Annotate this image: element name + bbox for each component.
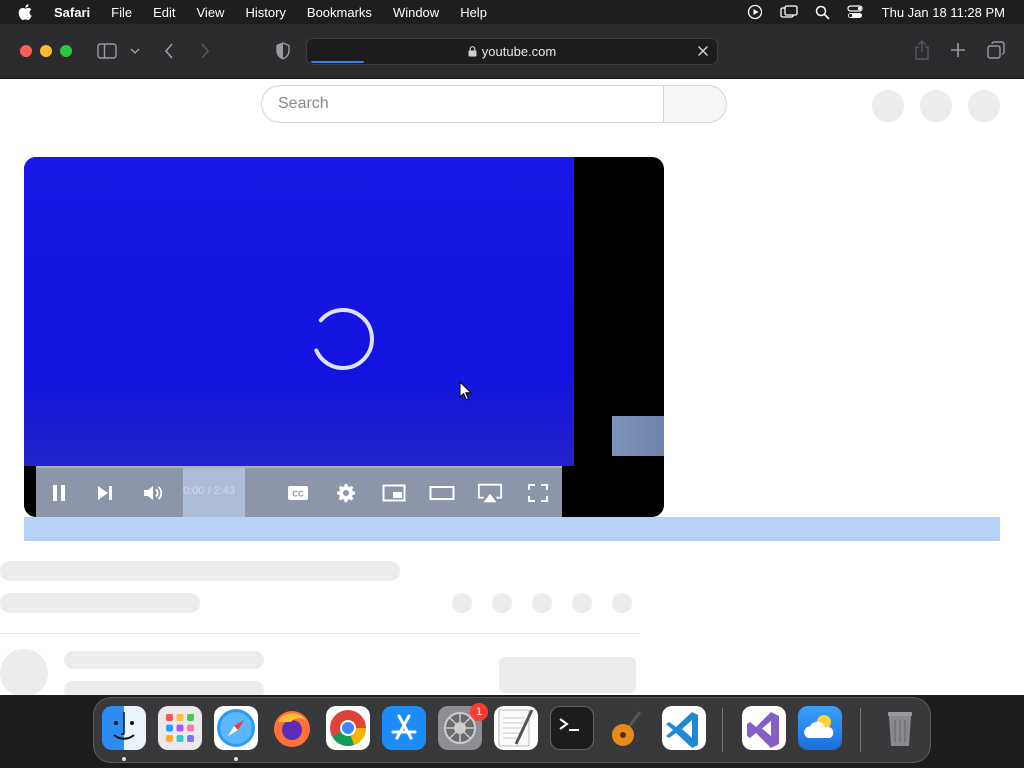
volume-button[interactable] — [140, 480, 166, 506]
captions-button[interactable]: CC — [285, 480, 311, 506]
sidebar-toggle-icon[interactable] — [96, 41, 118, 61]
dock-firefox-icon[interactable] — [270, 706, 314, 750]
new-tab-plus-icon[interactable] — [948, 40, 968, 60]
minimize-window-button[interactable] — [40, 45, 52, 57]
next-video-button[interactable] — [92, 480, 118, 506]
menu-bar: Safari File Edit View History Bookmarks … — [0, 0, 1024, 24]
dock-textedit-icon[interactable] — [494, 706, 538, 750]
dock-app-store-icon[interactable] — [382, 706, 426, 750]
divider — [0, 633, 640, 634]
comment-skeleton — [64, 651, 264, 669]
running-indicator — [234, 757, 238, 761]
pause-button[interactable] — [46, 480, 72, 506]
settings-gear-icon[interactable] — [333, 480, 359, 506]
menu-edit[interactable]: Edit — [153, 5, 175, 20]
text-selection-highlight — [24, 517, 1000, 541]
action-skeleton-circle — [492, 593, 512, 613]
svg-text:CC: CC — [292, 490, 304, 499]
action-skeleton-circle — [452, 593, 472, 613]
menu-app-safari[interactable]: Safari — [54, 5, 90, 20]
avatar-skeleton — [0, 649, 48, 695]
dock-chrome-icon[interactable] — [326, 706, 370, 750]
theater-mode-button[interactable] — [429, 480, 455, 506]
dock-vscode-icon[interactable] — [662, 706, 706, 750]
fullscreen-button[interactable] — [525, 480, 551, 506]
dock-safari-icon[interactable] — [214, 706, 258, 750]
youtube-search-button[interactable] — [663, 85, 727, 123]
notifications-button-placeholder[interactable] — [920, 90, 952, 122]
now-playing-icon[interactable] — [747, 4, 763, 20]
create-button-placeholder[interactable] — [872, 90, 904, 122]
dock-finder-icon[interactable] — [102, 706, 146, 750]
miniplayer-button[interactable] — [381, 480, 407, 506]
time-display: 0:00 / 2:43 — [183, 485, 235, 497]
address-bar[interactable]: youtube.com — [306, 38, 718, 65]
menu-file[interactable]: File — [111, 5, 132, 20]
menu-bookmarks[interactable]: Bookmarks — [307, 5, 372, 20]
forward-button[interactable] — [196, 41, 214, 61]
zoom-window-button[interactable] — [60, 45, 72, 57]
video-frame[interactable] — [24, 157, 574, 466]
dock-visual-studio-icon[interactable] — [742, 706, 786, 750]
running-indicator — [122, 757, 126, 761]
spotlight-search-icon[interactable] — [815, 5, 830, 20]
screen-mirroring-icon[interactable] — [780, 5, 798, 19]
dock-separator — [722, 708, 723, 752]
share-icon[interactable] — [912, 40, 932, 60]
title-skeleton — [0, 561, 400, 581]
youtube-search-input[interactable]: Search — [261, 85, 663, 123]
safari-toolbar: youtube.com — [0, 24, 1024, 79]
dock-weather-icon[interactable] — [798, 706, 842, 750]
lock-icon — [468, 46, 477, 57]
url-text: youtube.com — [481, 44, 557, 59]
next-video-thumbnail[interactable] — [612, 416, 664, 456]
back-button[interactable] — [160, 41, 178, 61]
action-skeleton-circle — [612, 593, 632, 613]
video-player[interactable]: 0:00 / 2:43 CC — [24, 157, 664, 517]
dock-separator — [860, 708, 861, 752]
dock-garageband-icon[interactable] — [606, 706, 650, 750]
menu-history[interactable]: History — [245, 5, 285, 20]
button-skeleton — [499, 657, 636, 693]
stop-loading-close-icon[interactable] — [695, 43, 711, 62]
tab-group-chevron-down-icon[interactable] — [128, 44, 142, 58]
page-load-progress — [311, 61, 364, 63]
menu-help[interactable]: Help — [460, 5, 487, 20]
mouse-cursor-icon — [459, 381, 473, 401]
channel-skeleton — [0, 593, 200, 613]
airplay-button[interactable] — [477, 480, 503, 506]
dock-terminal-icon[interactable] — [550, 706, 594, 750]
menu-clock[interactable]: Thu Jan 18 11:28 PM — [882, 5, 1005, 20]
action-skeleton-circle — [572, 593, 592, 613]
close-window-button[interactable] — [20, 45, 32, 57]
control-center-icon[interactable] — [847, 5, 863, 19]
dock: 1 — [93, 697, 931, 763]
dock-trash-icon[interactable] — [878, 706, 922, 750]
apple-menu-icon[interactable] — [18, 4, 36, 20]
web-page: Search 0:00 / 2:43 CC — [0, 79, 1024, 695]
privacy-shield-icon[interactable] — [273, 41, 293, 61]
comment-skeleton — [64, 681, 264, 695]
tab-overview-icon[interactable] — [986, 40, 1006, 60]
player-controls: 0:00 / 2:43 CC — [36, 468, 562, 517]
dock-system-settings-icon[interactable]: 1 — [438, 703, 488, 750]
notification-badge: 1 — [470, 703, 488, 721]
avatar[interactable] — [968, 90, 1000, 122]
loading-spinner-icon — [312, 308, 374, 370]
menu-window[interactable]: Window — [393, 5, 439, 20]
dock-launchpad-icon[interactable] — [158, 706, 202, 750]
action-skeleton-circle — [532, 593, 552, 613]
menu-view[interactable]: View — [197, 5, 225, 20]
